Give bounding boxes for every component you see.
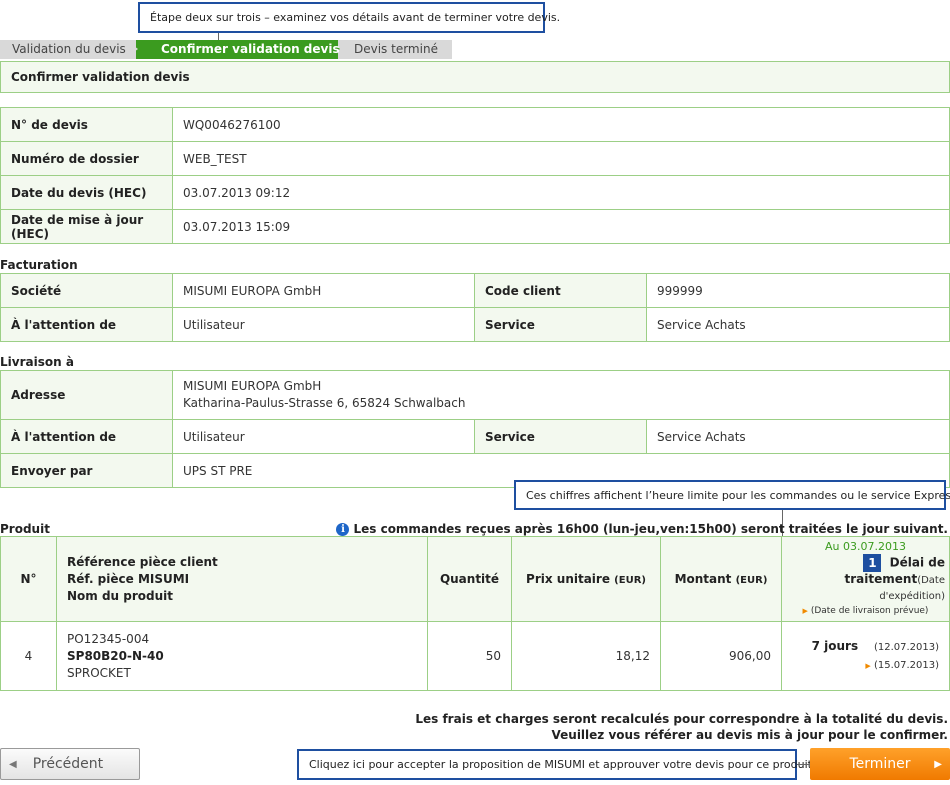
lead-time-as-of-date: Au 03.07.2013 (825, 540, 906, 553)
file-number-value: WEB_TEST (172, 141, 950, 176)
billing-title: Facturation (0, 258, 78, 272)
row-amount: 906,00 (660, 621, 782, 691)
row-ship-date: (12.07.2013) (873, 642, 939, 653)
row-quantity: 50 (427, 621, 512, 691)
col-ref-client: Référence pièce client (67, 554, 218, 569)
table-row: Société MISUMI EUROPA GmbH Code client 9… (0, 273, 950, 308)
product-header-row: N° Référence pièce client Réf. pièce MIS… (0, 536, 950, 622)
billing-attention-value: Utilisateur (172, 307, 475, 342)
delivery-date-label: (Date de livraison prévue) (810, 606, 929, 616)
row-ref-client: PO12345-004 (67, 631, 150, 646)
recalc-line-1: Les frais et charges seront recalculés p… (415, 712, 948, 726)
address-line-2: Katharina-Paulus-Strasse 6, 65824 Schwal… (183, 396, 466, 410)
previous-button[interactable]: ◀ Précédent (0, 748, 140, 780)
table-row: Numéro de dossier WEB_TEST (0, 141, 950, 176)
col-references: Référence pièce client Réf. pièce MISUMI… (56, 536, 428, 622)
shipping-attention-value: Utilisateur (172, 419, 475, 454)
step-hint-text: Étape deux sur trois – examinez vos déta… (150, 11, 561, 24)
quote-info-table: N° de devis WQ0046276100 Numéro de dossi… (0, 107, 950, 244)
table-row: 4 PO12345-004 SP80B20-N-40 SPROCKET 50 1… (0, 621, 950, 691)
cutoff-hint-callout: Ces chiffres affichent l’heure limite po… (514, 480, 950, 510)
company-label: Société (0, 273, 173, 308)
col-product-name: Nom du produit (67, 588, 174, 603)
company-value: MISUMI EUROPA GmbH (172, 273, 475, 308)
step-separator (126, 40, 138, 58)
billing-service-value: Service Achats (646, 307, 950, 342)
finish-hint-callout: Cliquez ici pour accepter la proposition… (297, 749, 815, 780)
table-row: N° de devis WQ0046276100 (0, 107, 950, 142)
finish-hint-text: Cliquez ici pour accepter la proposition… (309, 758, 816, 771)
info-icon: i (336, 522, 350, 536)
row-lead-days: 7 jours (811, 639, 859, 653)
billing-attention-label: À l'attention de (0, 307, 173, 342)
col-amount: Montant (EUR) (660, 536, 782, 622)
finish-button-label: Terminer (849, 756, 911, 772)
col-quantity: Quantité (427, 536, 512, 622)
row-references: PO12345-004 SP80B20-N-40 SPROCKET (56, 621, 428, 691)
address-line-1: MISUMI EUROPA GmbH (183, 379, 322, 393)
billing-service-label: Service (474, 307, 647, 342)
send-by-label: Envoyer par (0, 453, 173, 488)
shipping-table: Adresse MISUMI EUROPA GmbH Katharina-Pau… (0, 370, 950, 488)
triangle-bullet-icon: ▶ (802, 607, 808, 615)
client-code-value: 999999 (646, 273, 950, 308)
step-hint-callout: Étape deux sur trois – examinez vos déta… (138, 2, 560, 33)
arrow-left-icon: ◀ (9, 758, 17, 770)
cutoff-hint-text: Ces chiffres affichent l’heure limite po… (526, 488, 950, 502)
triangle-bullet-icon: ▶ (865, 662, 871, 670)
quote-date-label: Date du devis (HEC) (0, 175, 173, 210)
row-no: 4 (0, 621, 57, 691)
product-title: Produit (0, 522, 50, 536)
step-finished: Devis terminé (354, 42, 438, 56)
address-label: Adresse (0, 370, 173, 420)
arrow-right-icon: ▶ (934, 758, 942, 770)
row-delivery-date: (15.07.2013) (873, 660, 939, 671)
progress-steps: Validation du devis Confirmer validation… (0, 40, 452, 59)
table-row: À l'attention de Utilisateur Service Ser… (0, 419, 950, 454)
section-title: Confirmer validation devis (0, 61, 950, 93)
row-ref-misumi: SP80B20-N-40 (67, 648, 164, 663)
col-ref-misumi: Réf. pièce MISUMI (67, 571, 190, 586)
table-row: Date du devis (HEC) 03.07.2013 09:12 (0, 175, 950, 210)
step-confirm: Confirmer validation devis (161, 42, 340, 56)
recalc-line-2: Veuillez vous référer au devis mis à jou… (551, 728, 949, 742)
step-validation: Validation du devis (12, 42, 126, 56)
update-date-value: 03.07.2013 15:09 (172, 209, 950, 244)
order-cutoff-text: Les commandes reçues après 16h00 (lun-je… (353, 522, 948, 536)
shipping-service-label: Service (474, 419, 647, 454)
table-row: À l'attention de Utilisateur Service Ser… (0, 307, 950, 342)
table-row: Adresse MISUMI EUROPA GmbH Katharina-Pau… (0, 370, 950, 420)
row-product-name: SPROCKET (67, 665, 131, 680)
previous-button-label: Précédent (32, 756, 104, 772)
quote-number-value: WQ0046276100 (172, 107, 950, 142)
callout-badge-1: 1 (863, 554, 882, 572)
col-unit-price-currency: (EUR) (614, 575, 646, 586)
col-amount-currency: (EUR) (735, 575, 768, 586)
product-table: N° Référence pièce client Réf. pièce MIS… (0, 536, 950, 691)
shipping-attention-label: À l'attention de (0, 419, 173, 454)
table-row: Date de mise à jour (HEC) 03.07.2013 15:… (0, 209, 950, 244)
file-number-label: Numéro de dossier (0, 141, 173, 176)
col-lead-time: Au 03.07.2013 1 Délai de traitement(Date… (781, 536, 950, 622)
client-code-label: Code client (474, 273, 647, 308)
update-date-label: Date de mise à jour (HEC) (0, 209, 173, 244)
col-unit-price: Prix unitaire (EUR) (511, 536, 661, 622)
shipping-service-value: Service Achats (646, 419, 950, 454)
recalculation-notice: Les frais et charges seront recalculés p… (415, 711, 948, 743)
col-unit-price-label: Prix unitaire (526, 572, 610, 586)
col-amount-label: Montant (674, 572, 732, 586)
quote-number-label: N° de devis (0, 107, 173, 142)
order-cutoff-notice: i Les commandes reçues après 16h00 (lun-… (336, 522, 948, 536)
finish-hint-stem (797, 764, 810, 765)
shipping-title: Livraison à (0, 355, 74, 369)
billing-table: Société MISUMI EUROPA GmbH Code client 9… (0, 273, 950, 342)
col-no: N° (0, 536, 57, 622)
row-lead-time: 7 jours (12.07.2013) ▶ (15.07.2013) (781, 621, 950, 691)
address-value: MISUMI EUROPA GmbH Katharina-Paulus-Stra… (172, 370, 950, 420)
row-unit-price: 18,12 (511, 621, 661, 691)
finish-button[interactable]: Terminer ▶ (810, 748, 950, 780)
quote-date-value: 03.07.2013 09:12 (172, 175, 950, 210)
